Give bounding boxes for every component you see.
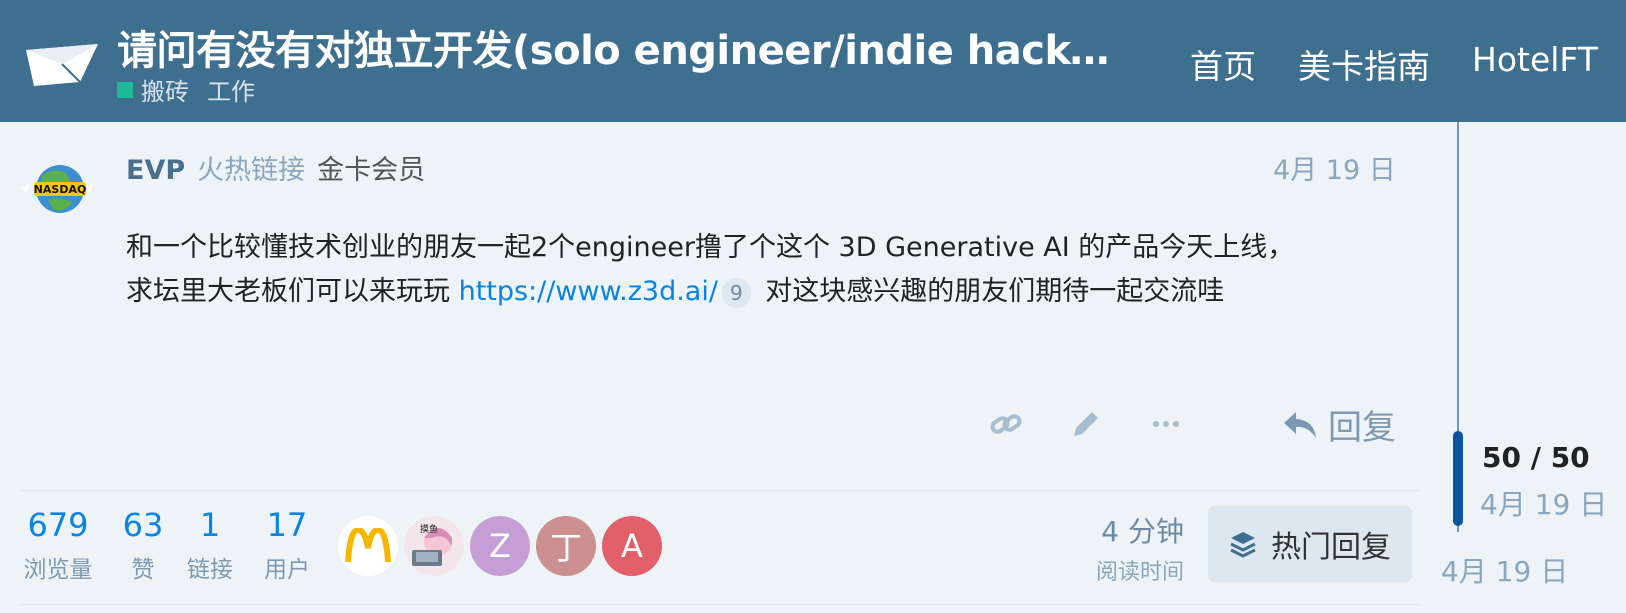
post-meta: EVP 火热链接 金卡会员 [126,148,425,187]
post-text: 对这块感兴趣的朋友们期待一起交流哇 [756,276,1225,307]
read-time-label: 阅读时间 [1095,560,1184,585]
reply-label: 回复 [1328,408,1396,448]
more-icon[interactable] [1146,404,1186,444]
post-body-line: 求坛里大老板们可以来玩玩 https://www.z3d.ai/9 对这块感兴趣… [126,270,1386,314]
participant-avatar[interactable] [338,516,398,576]
post-body-line: 和一个比较懂技术创业的朋友一起2个engineer撸了个这个 3D Genera… [126,232,1295,263]
participant-avatar[interactable]: A [602,516,662,576]
timeline-handle[interactable] [1453,431,1463,526]
read-time: 4 分钟 阅读时间 [1080,510,1184,586]
layers-icon [1230,532,1256,558]
links-stat[interactable]: 1 链接 [183,506,237,584]
header-nav: 首页 美卡指南 HotelFT [1190,40,1598,88]
hot-replies-label: 热门回复 [1271,530,1391,565]
topic-title[interactable]: 请问有没有对独立开发(solo engineer/indie hacker)感兴… [117,18,1127,76]
users-count: 17 [266,506,308,544]
category-color-badge [117,81,133,98]
anime-avatar-icon: 摸鱼 [412,523,452,566]
topic-header: 请问有没有对独立开发(solo engineer/indie hacker)感兴… [0,0,1626,122]
pencil-icon[interactable] [1066,404,1106,444]
participant-avatar[interactable]: 丁 [536,516,596,576]
breadcrumb: 搬砖 工作 [117,72,255,107]
participant-avatar[interactable]: Z [470,516,530,576]
likes-stat: 63 赞 [118,506,168,584]
post-link[interactable]: https://www.z3d.ai/ [459,276,718,307]
nav-link-guide[interactable]: 美卡指南 [1298,40,1430,88]
participant-avatar[interactable]: 摸鱼 [404,516,464,576]
divider [20,490,1420,491]
reply-icon [1284,411,1316,438]
user-title: 火热链接 [197,155,306,186]
avatar[interactable]: NASDAQ [20,162,96,218]
likes-label: 赞 [131,557,155,583]
user-flair: 金卡会员 [317,155,426,186]
links-label: 链接 [187,557,233,583]
views-label: 浏览量 [23,557,93,583]
hot-replies-button[interactable]: 热门回复 [1208,506,1412,582]
mcdonalds-logo-icon [345,528,391,563]
nav-link-home[interactable]: 首页 [1190,40,1256,88]
divider [20,604,1420,605]
read-time-value: 4 分钟 [1101,515,1184,548]
category-link[interactable]: 搬砖 [141,72,189,107]
views-count: 679 [27,506,89,544]
post-date[interactable]: 4月 19 日 [1273,148,1396,187]
timeline-current-date: 4月 19 日 [1480,488,1608,521]
users-label: 用户 [264,557,310,583]
nav-link-hotelft[interactable]: HotelFT [1472,40,1598,88]
link-click-count: 9 [721,278,751,308]
paper-plane-logo-icon[interactable] [24,36,100,88]
users-stat: 17 用户 [260,506,314,584]
timeline-progress: 50 / 50 [1482,441,1590,474]
svg-text:摸鱼: 摸鱼 [420,523,438,535]
link-icon[interactable] [986,404,1026,444]
username[interactable]: EVP [126,155,185,186]
views-stat: 679 浏览量 [20,506,96,584]
post-text: 求坛里大老板们可以来玩玩 [126,276,459,307]
timeline-end-date[interactable]: 4月 19 日 [1441,550,1568,590]
likes-count: 63 [122,506,164,544]
svg-text:NASDAQ: NASDAQ [34,183,87,196]
links-count: 1 [199,506,221,544]
tag-link[interactable]: 工作 [207,72,255,107]
post-actions: 回复 [990,400,1400,450]
post-body: 和一个比较懂技术创业的朋友一起2个engineer撸了个这个 3D Genera… [126,226,1386,314]
reply-button[interactable]: 回复 [1282,400,1396,449]
